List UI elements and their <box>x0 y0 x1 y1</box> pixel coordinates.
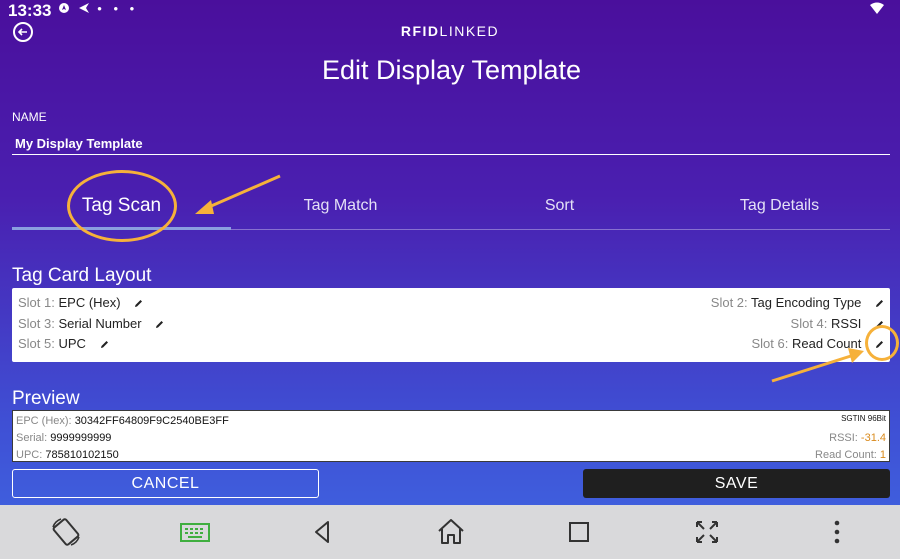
tag-card-layout-title: Tag Card Layout <box>12 265 152 286</box>
dot-icon: • <box>97 1 106 16</box>
brand-logo: RFIDLINKED <box>400 23 500 39</box>
arrow-icon <box>78 3 89 13</box>
pencil-icon[interactable] <box>875 299 884 308</box>
slot-3[interactable]: Slot 3: Serial Number <box>18 315 164 333</box>
annotation-arrow-icon <box>771 348 864 383</box>
annotation-circle <box>865 325 899 361</box>
status-bar: 13:33 • • • <box>0 0 900 20</box>
preview-serial: Serial: 9999999999 <box>16 432 112 444</box>
recents-square-icon[interactable] <box>562 515 596 549</box>
preview-read-count: Read Count: 1 <box>815 449 886 461</box>
pencil-icon[interactable] <box>155 320 164 329</box>
preview-upc: UPC: 785810102150 <box>16 449 119 461</box>
slot-5[interactable]: Slot 5: UPC <box>18 335 109 353</box>
home-icon[interactable] <box>434 515 468 549</box>
preview-epc: EPC (Hex): 30342FF64809F9C2540BE3FF <box>16 415 229 427</box>
tag-card-layout: Slot 1: EPC (Hex) Slot 2: Tag Encoding T… <box>12 288 890 362</box>
cancel-button[interactable]: CANCEL <box>12 469 319 498</box>
preview-rssi: RSSI: -31.4 <box>829 432 886 444</box>
pencil-icon[interactable] <box>134 299 143 308</box>
tab-tag-details[interactable]: Tag Details <box>670 190 889 230</box>
tab-sort[interactable]: Sort <box>450 190 669 230</box>
preview-encoding: SGTIN 96Bit <box>841 414 886 423</box>
system-nav-bar <box>0 505 900 559</box>
name-label: NAME <box>12 110 47 124</box>
preview-card: EPC (Hex): 30342FF64809F9C2540BE3FF SGTI… <box>12 410 890 462</box>
name-field[interactable]: My Display Template <box>12 133 890 155</box>
slot-1[interactable]: Slot 1: EPC (Hex) <box>18 294 143 312</box>
annotation-arrow-icon <box>195 174 281 214</box>
wifi-icon <box>870 2 884 14</box>
dot-icon: • <box>113 1 122 16</box>
back-triangle-icon[interactable] <box>306 515 340 549</box>
slot-2[interactable]: Slot 2: Tag Encoding Type <box>711 294 884 312</box>
more-vertical-icon[interactable] <box>820 515 854 549</box>
rotate-icon[interactable] <box>49 515 83 549</box>
location-icon <box>59 3 69 13</box>
preview-title: Preview <box>12 388 80 409</box>
fullscreen-icon[interactable] <box>690 515 724 549</box>
notification-icons: • • • <box>58 1 138 16</box>
page-title: Edit Display Template <box>321 55 582 85</box>
status-time: 13:33 <box>8 1 52 20</box>
pencil-icon[interactable] <box>100 340 109 349</box>
dot-icon: • <box>129 1 139 16</box>
keyboard-icon[interactable] <box>178 515 212 549</box>
annotation-circle <box>67 170 177 242</box>
save-button[interactable]: SAVE <box>583 469 890 498</box>
